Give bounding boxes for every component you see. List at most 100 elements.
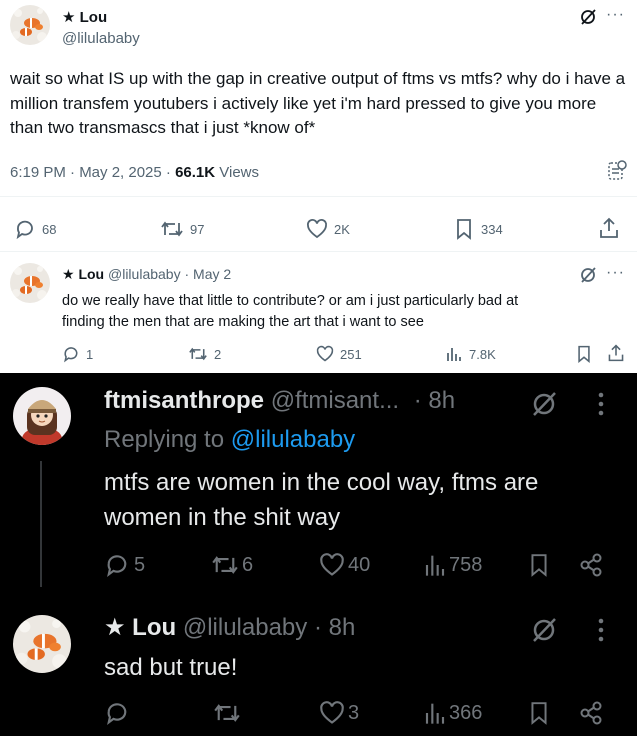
translate-icon[interactable] — [607, 160, 627, 182]
reply-icon — [107, 555, 127, 578]
repost-icon — [212, 556, 238, 574]
reply-icon — [107, 703, 127, 726]
light-thread-section: ★ Lou @lilulababy ··· wait so what IS up… — [0, 0, 637, 373]
reply-like-button[interactable]: 251 — [316, 345, 362, 363]
reply-author-handle[interactable]: @lilulababy — [108, 266, 181, 282]
views-chart-icon — [425, 555, 445, 576]
dark-reply1-bookmark-icon[interactable] — [527, 552, 551, 578]
dark-reply1-repost-count: 6 — [242, 553, 254, 576]
dark-reply1-share-icon[interactable] — [578, 552, 604, 578]
dark-reply1-reply-button[interactable]: 5 — [104, 552, 145, 578]
reply-more-options-icon[interactable]: ··· — [606, 264, 625, 282]
heart-icon — [320, 701, 344, 724]
dark-reply1-like-count: 40 — [348, 553, 371, 576]
replying-to-prefix: Replying to — [104, 426, 231, 453]
reply-text-line1: do we really have that little to contrib… — [62, 293, 519, 309]
avatar-lou-dark[interactable] — [13, 615, 71, 673]
dark-thread-section: ftmisanthrope @ftmisant... · 8h Replying… — [0, 373, 637, 736]
dark-reply2-header: ★ Lou @lilulababy · 8h — [104, 613, 355, 642]
tweet-timestamp[interactable]: 6:19 PM · May 2, 2025 · 66.1K Views — [10, 164, 259, 181]
clownfish-avatar-image — [10, 5, 50, 45]
thread-connector-line — [40, 461, 42, 587]
like-button[interactable]: 2K — [306, 218, 350, 240]
share-icon[interactable] — [598, 217, 620, 239]
views-count: 66.1K — [175, 164, 216, 181]
divider-top — [0, 196, 637, 197]
dark-reply2-views-count: 366 — [449, 701, 483, 724]
dark-reply2-more-options-icon[interactable] — [597, 616, 605, 644]
replying-to-link[interactable]: @lilulababy — [231, 426, 355, 453]
avatar-ftmisanthrope[interactable] — [13, 387, 71, 445]
reply-repost-count: 2 — [214, 346, 222, 362]
divider-middle — [0, 251, 637, 252]
dark-reply1-repost-button[interactable]: 6 — [210, 552, 253, 578]
views-chart-icon — [447, 348, 461, 361]
views-chart-icon — [425, 703, 445, 724]
main-author-handle[interactable]: @lilulababy — [62, 30, 140, 47]
dark-reply1-text-line1: mtfs are women in the cool way, ftms are — [104, 469, 539, 496]
reply-share-icon[interactable] — [607, 344, 625, 362]
avatar-lou-reply[interactable] — [10, 263, 50, 303]
dark-reply1-views-count: 758 — [449, 553, 483, 576]
dark-reply2-bookmark-icon[interactable] — [527, 700, 551, 726]
dark-reply1-header: ftmisanthrope @ftmisant... · 8h — [104, 387, 455, 415]
repost-icon — [214, 704, 240, 722]
dark-reply2-repost-button[interactable] — [212, 700, 244, 726]
reply-repost-button[interactable]: 2 — [188, 345, 221, 363]
views-label: Views — [215, 164, 260, 181]
repost-count: 97 — [190, 221, 205, 237]
reply-button[interactable]: 68 — [14, 218, 56, 240]
reply-like-count: 251 — [340, 346, 362, 362]
dark-reply2-author-name[interactable]: ★ Lou — [104, 614, 176, 641]
avatar-lou[interactable] — [10, 5, 50, 45]
reply-reply-button[interactable]: 1 — [62, 345, 93, 363]
heart-icon — [320, 553, 344, 576]
reply-author-name[interactable]: ★ Lou — [62, 266, 104, 282]
character-avatar-image — [13, 387, 71, 445]
bookmark-count: 334 — [481, 221, 503, 237]
dark-reply1-time[interactable]: · 8h — [414, 387, 455, 414]
repost-icon — [161, 221, 183, 237]
reply-icon — [64, 347, 78, 363]
reply-text-line2: finding the men that are making the art … — [62, 314, 424, 330]
dark-reply1-reply-count: 5 — [134, 553, 146, 576]
dark-reply2-views-button[interactable]: 366 — [423, 700, 482, 726]
tweet-time[interactable]: 6:19 PM · May 2, 2025 · — [10, 164, 175, 181]
dark-reply2-reply-button[interactable] — [104, 700, 134, 726]
dark-reply2-like-count: 3 — [348, 701, 360, 724]
reply-count: 68 — [42, 221, 57, 237]
dark-reply1-author-handle[interactable]: @ftmisant... — [271, 387, 399, 414]
repost-icon — [189, 347, 207, 361]
clownfish-avatar-image — [13, 615, 71, 673]
dark-reply1-like-button[interactable]: 40 — [318, 552, 370, 578]
heart-icon — [316, 345, 334, 362]
dark-reply1-text-line2: women in the shit way — [104, 504, 341, 531]
dark-reply2-share-icon[interactable] — [578, 700, 604, 726]
replying-to: Replying to @lilulababy — [104, 426, 355, 454]
reply-bookmark-icon[interactable] — [575, 345, 593, 364]
reply-views-count: 7.8K — [469, 346, 496, 362]
main-tweet-text: wait so what IS up with the gap in creat… — [10, 69, 626, 137]
grok-icon[interactable] — [579, 8, 597, 26]
reply-date[interactable]: · May 2 — [184, 266, 231, 282]
more-options-icon[interactable]: ··· — [606, 6, 625, 24]
dark-reply1-views-button[interactable]: 758 — [423, 552, 482, 578]
clownfish-avatar-image — [10, 263, 50, 303]
dark-reply1-author-name[interactable]: ftmisanthrope — [104, 387, 264, 414]
heart-icon — [307, 219, 327, 239]
dark-reply2-time[interactable]: · 8h — [314, 614, 355, 641]
dark-reply2-like-button[interactable]: 3 — [318, 700, 359, 726]
bookmark-icon — [457, 219, 471, 240]
dark-reply2-author-handle[interactable]: @lilulababy — [183, 614, 307, 641]
reply-header: ★ Lou @lilulababy · May 2 — [62, 266, 231, 283]
reply-reply-count: 1 — [86, 346, 94, 362]
bookmark-button[interactable]: 334 — [453, 218, 503, 240]
repost-button[interactable]: 97 — [160, 218, 204, 240]
dark-reply1-grok-icon[interactable] — [530, 390, 558, 418]
dark-reply1-more-options-icon[interactable] — [597, 390, 605, 418]
reply-views-button[interactable]: 7.8K — [445, 345, 496, 363]
dark-reply2-grok-icon[interactable] — [530, 616, 558, 644]
reply-icon — [16, 220, 33, 240]
main-author-name[interactable]: ★ Lou — [62, 8, 107, 26]
reply-grok-icon[interactable] — [579, 266, 597, 284]
